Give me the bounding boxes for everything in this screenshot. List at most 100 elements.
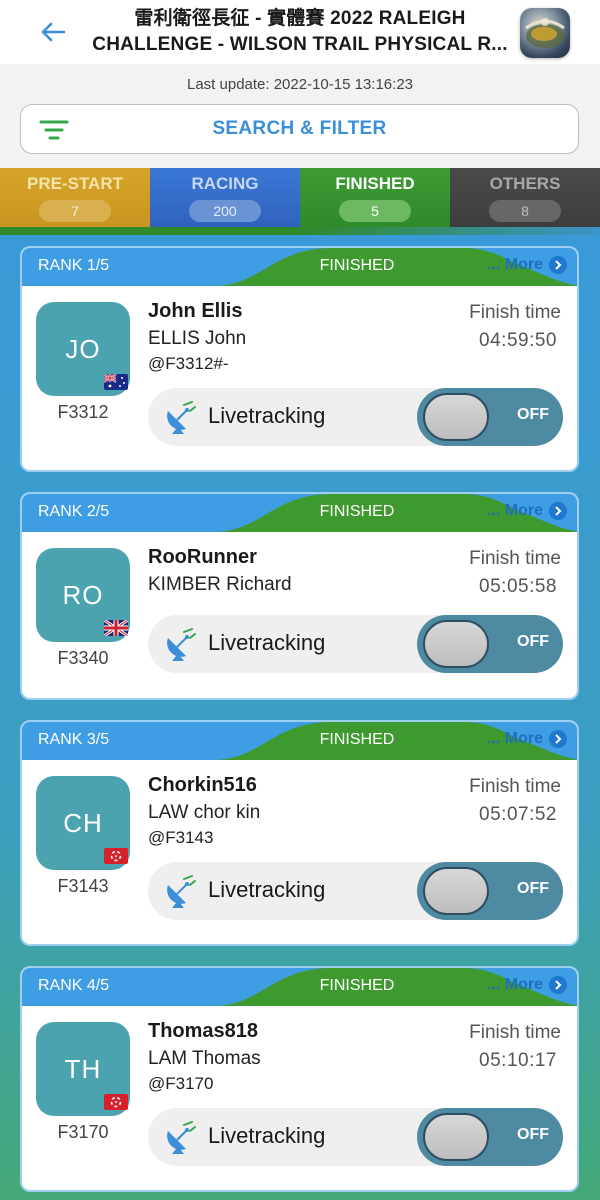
tab-label: OTHERS [489, 174, 561, 193]
bib-number: F3170 [57, 1122, 109, 1142]
runner-card: RANK 3/5 FINISHED ... More CH F3143 Chor… [20, 720, 579, 946]
toggle-knob [423, 867, 489, 915]
finish-time-label: Finish time [469, 302, 561, 323]
satellite-dish-icon [167, 401, 196, 434]
event-title-line-1: 雷利衛徑長征 - 實體賽 2022 RALEIGH [134, 8, 466, 29]
tab-count-badge: 5 [339, 200, 411, 222]
runner-nickname: Thomas818 [148, 1020, 259, 1042]
back-button[interactable] [38, 18, 68, 46]
finish-time-label: Finish time [469, 776, 561, 797]
runner-list: RANK 1/5 FINISHED ... More JO F3312 John… [0, 235, 600, 1200]
runner-fullname: ELLIS John [148, 328, 247, 349]
livetracking-label: Livetracking [208, 403, 326, 428]
tab-label: RACING [191, 174, 259, 193]
rank-label: RANK 3/5 [38, 731, 110, 748]
more-label: ... More [486, 256, 543, 273]
more-label: ... More [486, 976, 543, 993]
card-header: RANK 1/5 FINISHED ... More [22, 248, 577, 286]
livetracking-row: Livetracking OFF [148, 388, 563, 446]
more-button[interactable]: ... More [487, 730, 567, 748]
satellite-dish-icon [167, 628, 196, 661]
avatar-initials: JO [65, 333, 101, 364]
tab-indicator [0, 227, 600, 235]
tab-pre-start[interactable]: PRE-START 7 [0, 168, 150, 227]
bib-number: F3312 [57, 402, 109, 422]
status-label: FINISHED [319, 503, 395, 520]
livetracking-row: Livetracking OFF [148, 862, 563, 920]
hong-kong-flag-icon [104, 848, 128, 864]
tab-count-badge: 200 [189, 200, 261, 222]
australia-flag-icon [104, 374, 128, 390]
tab-racing[interactable]: RACING 200 [150, 168, 300, 227]
runner-card: RANK 1/5 FINISHED ... More JO F3312 John… [20, 246, 579, 472]
runner-handle: @F3143 [148, 828, 214, 847]
event-title: 雷利衛徑長征 - 實體賽 2022 RALEIGH CHALLENGE - WI… [84, 6, 516, 58]
livetracking-toggle[interactable]: OFF [417, 388, 563, 446]
runner-handle: @F3312#- [148, 354, 229, 373]
avatar-initials: CH [63, 807, 103, 838]
runner-nickname: RooRunner [148, 546, 257, 568]
livetracking-toggle[interactable]: OFF [417, 615, 563, 673]
finish-time-value: 05:07:52 [479, 804, 557, 825]
tab-count-badge: 8 [489, 200, 561, 222]
finish-time-value: 05:10:17 [479, 1050, 557, 1071]
livetracking-toggle[interactable]: OFF [417, 1108, 563, 1166]
bib-number: F3143 [57, 876, 109, 896]
rank-label: RANK 4/5 [38, 977, 110, 994]
chevron-right-icon [549, 256, 567, 274]
runner-nickname: John Ellis [148, 300, 243, 322]
toggle-state-label: OFF [517, 1126, 549, 1143]
more-button[interactable]: ... More [487, 976, 567, 994]
livetracking-row: Livetracking OFF [148, 615, 563, 673]
runner-fullname: KIMBER Richard [148, 574, 292, 595]
finish-time-label: Finish time [469, 548, 561, 569]
runner-fullname: LAW chor kin [148, 802, 261, 823]
back-arrow-icon [41, 22, 66, 42]
chevron-right-icon [549, 502, 567, 520]
event-logo-image [525, 18, 565, 48]
toggle-knob [423, 393, 489, 441]
satellite-dish-icon [167, 1121, 196, 1154]
filter-icon [39, 120, 69, 140]
avatar-initials: TH [64, 1053, 102, 1084]
app-header: 雷利衛徑長征 - 實體賽 2022 RALEIGH CHALLENGE - WI… [0, 0, 600, 64]
status-tabs: PRE-START 7 RACING 200 FINISHED 5 OTHERS… [0, 168, 600, 227]
rank-label: RANK 1/5 [38, 257, 110, 274]
livetracking-toggle[interactable]: OFF [417, 862, 563, 920]
toggle-knob [423, 1113, 489, 1161]
event-title-line-2: CHALLENGE - WILSON TRAIL PHYSICAL R... [92, 34, 508, 55]
toggle-state-label: OFF [517, 880, 549, 897]
search-filter-button[interactable]: SEARCH & FILTER [20, 104, 579, 154]
toggle-state-label: OFF [517, 633, 549, 650]
finish-time-value: 05:05:58 [479, 576, 557, 597]
more-label: ... More [486, 502, 543, 519]
livetracking-row: Livetracking OFF [148, 1108, 563, 1166]
more-label: ... More [486, 730, 543, 747]
chevron-right-icon [549, 730, 567, 748]
avatar-initials: RO [62, 579, 104, 610]
finish-time-label: Finish time [469, 1022, 561, 1043]
runner-fullname: LAM Thomas [148, 1048, 261, 1069]
tab-count-badge: 7 [39, 200, 111, 222]
last-update-text: Last update: 2022-10-15 13:16:23 [186, 76, 414, 93]
runner-handle: @F3170 [148, 1074, 214, 1093]
livetracking-label: Livetracking [208, 1123, 326, 1148]
filter-area: Last update: 2022-10-15 13:16:23 SEARCH … [0, 64, 600, 168]
more-button[interactable]: ... More [487, 256, 567, 274]
toggle-knob [423, 620, 489, 668]
status-label: FINISHED [319, 257, 395, 274]
event-logo[interactable] [520, 8, 570, 58]
status-label: FINISHED [319, 731, 395, 748]
more-button[interactable]: ... More [487, 502, 567, 520]
tab-finished[interactable]: FINISHED 5 [300, 168, 450, 227]
bib-number: F3340 [57, 648, 109, 668]
card-header: RANK 2/5 FINISHED ... More [22, 494, 577, 532]
runner-card: RANK 4/5 FINISHED ... More TH F3170 Thom… [20, 966, 579, 1192]
tab-label: PRE-START [26, 174, 123, 193]
status-label: FINISHED [319, 977, 395, 994]
tab-others[interactable]: OTHERS 8 [450, 168, 600, 227]
hong-kong-flag-icon [104, 1094, 128, 1110]
card-header: RANK 3/5 FINISHED ... More [22, 722, 577, 760]
runner-nickname: Chorkin516 [148, 774, 257, 796]
livetracking-label: Livetracking [208, 630, 326, 655]
